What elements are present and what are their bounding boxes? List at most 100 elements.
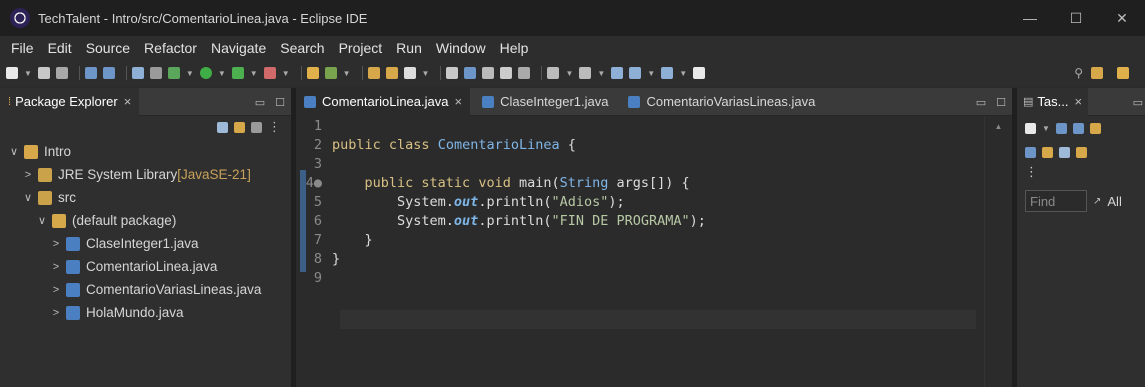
previous-annotation-icon[interactable]: [579, 67, 592, 79]
next-annotation-icon[interactable]: [547, 67, 560, 79]
close-window-button[interactable]: ✕: [1099, 0, 1145, 36]
chevron-right-icon[interactable]: >: [50, 284, 62, 296]
editor-tab[interactable]: ClaseInteger1.java: [474, 88, 616, 116]
toggle-mark-icon[interactable]: [446, 67, 459, 79]
tree-item[interactable]: > JRE System Library [JavaSE-21]: [0, 163, 291, 186]
tree-item[interactable]: > ClaseInteger1.java: [0, 232, 291, 255]
code-area[interactable]: 1 2 public class ComentarioLinea {3 4● publ…: [296, 116, 1012, 387]
maximize-view-icon[interactable]: ☐: [996, 96, 1006, 109]
minimize-view-icon[interactable]: ▭: [1133, 96, 1143, 109]
editor-tab[interactable]: ComentarioLinea.java ×: [296, 87, 471, 116]
last-edit-icon[interactable]: [611, 67, 624, 79]
new-icon[interactable]: [6, 67, 18, 79]
edit-icon[interactable]: [403, 67, 416, 79]
debug-icon[interactable]: [167, 67, 180, 79]
maximize-view-icon[interactable]: ☐: [275, 96, 285, 109]
save-all-icon[interactable]: [55, 67, 68, 79]
forward-icon[interactable]: [102, 67, 115, 79]
chevron-right-icon[interactable]: >: [50, 238, 62, 250]
dropdown-arrow-icon[interactable]: ▼: [422, 69, 430, 78]
filter-icon[interactable]: [251, 121, 262, 133]
categorized-icon[interactable]: [1055, 122, 1067, 134]
tree-item[interactable]: > ComentarioLinea.java: [0, 255, 291, 278]
close-tab-icon[interactable]: ×: [1074, 94, 1082, 109]
terminal-icon[interactable]: [131, 67, 144, 79]
menu-source[interactable]: Source: [79, 40, 137, 56]
minimize-button[interactable]: —: [1007, 0, 1053, 36]
tab-task-list[interactable]: ▤ Tas... ×: [1017, 87, 1089, 116]
java-perspective-icon[interactable]: [1117, 67, 1129, 79]
tree-item[interactable]: > ComentarioVariasLineas.java: [0, 278, 291, 301]
menu-navigate[interactable]: Navigate: [204, 40, 273, 56]
tree-item[interactable]: ∨ (default package): [0, 209, 291, 232]
menu-help[interactable]: Help: [493, 40, 536, 56]
open-perspective-icon[interactable]: [1091, 67, 1103, 79]
vertical-scrollbar[interactable]: ▲: [984, 116, 1012, 387]
skip-breakpoints-icon[interactable]: [149, 67, 162, 79]
dropdown-arrow-icon[interactable]: ▼: [186, 69, 194, 78]
coverage-icon[interactable]: [231, 67, 244, 79]
forward-arrow-icon[interactable]: [661, 67, 674, 79]
menu-project[interactable]: Project: [332, 40, 390, 56]
dropdown-arrow-icon[interactable]: ▼: [24, 69, 32, 78]
open-type-icon[interactable]: [367, 67, 380, 79]
view-menu-icon[interactable]: ⋮: [268, 119, 281, 135]
pin-editor-icon[interactable]: [693, 67, 706, 79]
new-task-icon[interactable]: [1025, 122, 1036, 134]
chevron-right-icon[interactable]: >: [50, 307, 62, 319]
open-task-icon[interactable]: [385, 67, 398, 79]
menu-run[interactable]: Run: [389, 40, 429, 56]
close-tab-icon[interactable]: ×: [124, 94, 132, 109]
tree-item[interactable]: ∨ Intro: [0, 140, 291, 163]
sync-icon[interactable]: [1089, 122, 1101, 134]
collapse-icon[interactable]: [1059, 146, 1070, 158]
show-whitespace-icon[interactable]: [518, 67, 531, 79]
menu-file[interactable]: File: [4, 40, 41, 56]
pen-icon[interactable]: [464, 67, 477, 79]
dropdown-arrow-icon[interactable]: ▼: [597, 69, 605, 78]
dropdown-arrow-icon[interactable]: ▼: [343, 69, 351, 78]
chevron-down-icon[interactable]: ∨: [8, 145, 20, 158]
chevron-down-icon[interactable]: ∨: [36, 214, 48, 227]
view-menu-icon[interactable]: ⋮: [1017, 164, 1145, 180]
link-with-editor-icon[interactable]: [234, 121, 245, 133]
chevron-down-icon[interactable]: ∨: [22, 191, 34, 204]
scheduled-icon[interactable]: [1072, 122, 1084, 134]
minimize-view-icon[interactable]: ▭: [255, 96, 265, 109]
search-icon[interactable]: ⚲: [1074, 66, 1083, 80]
scroll-up-icon[interactable]: ▲: [985, 122, 1012, 131]
chevron-right-icon[interactable]: >: [50, 261, 62, 273]
dropdown-arrow-icon[interactable]: ▼: [679, 69, 687, 78]
save-icon[interactable]: [37, 67, 50, 79]
new-java-project-icon[interactable]: [306, 67, 319, 79]
back-icon[interactable]: [84, 67, 97, 79]
external-tools-icon[interactable]: [263, 67, 276, 79]
dropdown-arrow-icon[interactable]: ▼: [565, 69, 573, 78]
hide-completed-icon[interactable]: [1025, 146, 1036, 158]
editor-tab[interactable]: ComentarioVariasLineas.java: [620, 88, 823, 116]
new-package-icon[interactable]: [324, 67, 337, 79]
dropdown-arrow-icon[interactable]: ▼: [1042, 124, 1050, 133]
menu-window[interactable]: Window: [429, 40, 493, 56]
back-arrow-icon[interactable]: [629, 67, 642, 79]
all-filter-link[interactable]: All: [1107, 194, 1121, 209]
dropdown-arrow-icon[interactable]: ▼: [647, 69, 655, 78]
link-icon[interactable]: [1076, 146, 1087, 158]
minimize-view-icon[interactable]: ▭: [976, 96, 986, 109]
tree-item[interactable]: ∨ src: [0, 186, 291, 209]
tree-item[interactable]: > HolaMundo.java: [0, 301, 291, 324]
chevron-right-icon[interactable]: >: [22, 169, 34, 181]
menu-search[interactable]: Search: [273, 40, 331, 56]
menu-refactor[interactable]: Refactor: [137, 40, 204, 56]
close-tab-icon[interactable]: ×: [454, 94, 462, 109]
run-icon[interactable]: [199, 67, 212, 79]
dropdown-arrow-icon[interactable]: ▼: [282, 69, 290, 78]
breadcrumb-icon[interactable]: [482, 67, 495, 79]
collapse-all-icon[interactable]: [217, 121, 228, 133]
find-input[interactable]: Find: [1025, 190, 1087, 212]
menu-edit[interactable]: Edit: [41, 40, 79, 56]
tab-package-explorer[interactable]: ⁞ Package Explorer ×: [0, 87, 140, 116]
maximize-button[interactable]: ☐: [1053, 0, 1099, 36]
dropdown-arrow-icon[interactable]: ▼: [218, 69, 226, 78]
block-selection-icon[interactable]: [500, 67, 513, 79]
